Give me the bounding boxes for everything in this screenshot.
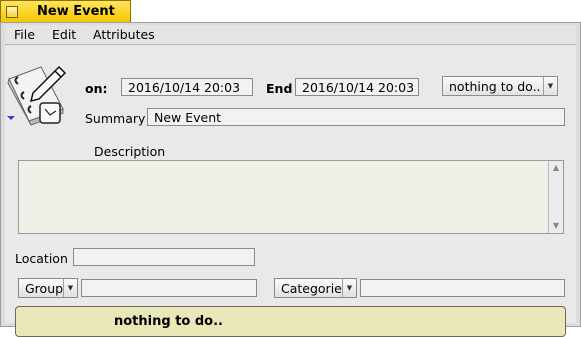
scroll-up-icon[interactable]: ▲ [549, 161, 563, 175]
chevron-down-icon: ▼ [543, 77, 557, 95]
reminder-value: nothing to do.. [449, 79, 541, 94]
window-tab[interactable]: New Event [0, 0, 131, 22]
status-bar: nothing to do.. [15, 306, 566, 337]
notebook-pencil-clock-icon [7, 65, 67, 126]
summary-field[interactable]: New Event [147, 108, 565, 126]
category-dropdown[interactable]: Categorie ▼ [274, 278, 357, 298]
group-label: Group [25, 281, 64, 296]
description-scrollbar[interactable]: ▲ ▼ [548, 161, 563, 233]
menu-file[interactable]: File [14, 27, 35, 42]
category-field[interactable] [360, 279, 565, 297]
reminder-dropdown[interactable]: nothing to do.. ▼ [442, 76, 558, 96]
location-field[interactable] [73, 248, 255, 266]
menu-bar: File Edit Attributes [5, 25, 576, 45]
description-label: Description [94, 144, 166, 159]
event-form: on: 2016/10/14 20:03 End 2016/10/14 20:0… [5, 45, 576, 337]
on-label: on: [85, 81, 108, 96]
description-textarea[interactable]: ▲ ▼ [18, 160, 564, 234]
start-date-field[interactable]: 2016/10/14 20:03 [121, 78, 253, 96]
event-window: File Edit Attributes on: 2016/10/14 20:0… [0, 22, 581, 337]
end-label: End [266, 81, 293, 96]
menu-attributes[interactable]: Attributes [93, 27, 155, 42]
location-label: Location [15, 251, 68, 266]
chevron-down-icon: ▼ [63, 279, 77, 297]
scroll-down-icon[interactable]: ▼ [549, 219, 563, 233]
category-label: Categorie [281, 281, 342, 296]
menu-edit[interactable]: Edit [52, 27, 76, 42]
group-dropdown[interactable]: Group ▼ [18, 278, 78, 298]
window-title: New Event [37, 4, 115, 19]
summary-label: Summary [85, 111, 146, 126]
end-date-field[interactable]: 2016/10/14 20:03 [295, 78, 419, 96]
group-field[interactable] [81, 279, 257, 297]
chevron-down-icon: ▼ [342, 279, 356, 297]
zoom-icon[interactable] [6, 6, 18, 18]
